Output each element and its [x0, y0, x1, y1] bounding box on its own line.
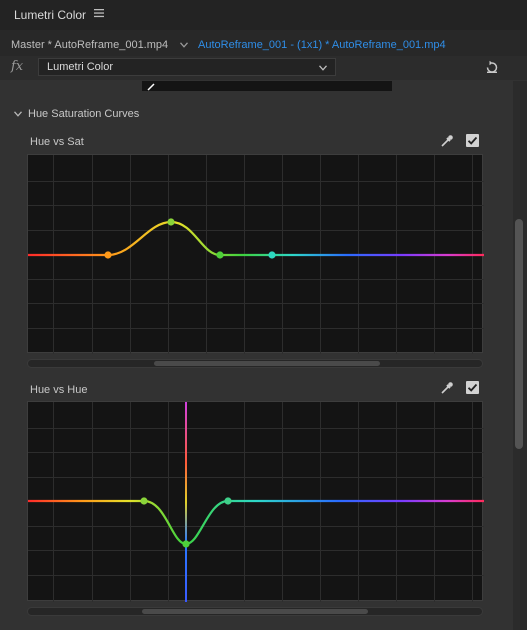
hue-vs-hue-curve[interactable] [28, 499, 484, 546]
curve-control-point[interactable] [224, 497, 232, 505]
effect-dropdown-value: Lumetri Color [47, 61, 114, 73]
chevron-down-icon [319, 65, 327, 71]
panel-vertical-scrollbar[interactable] [513, 81, 527, 630]
tab-master-clip[interactable]: Master * AutoReframe_001.mp4 [11, 39, 168, 51]
section-title: Hue Saturation Curves [28, 108, 140, 120]
clip-tab-bar: Master * AutoReframe_001.mp4 AutoReframe… [0, 30, 527, 57]
curve-control-point[interactable] [167, 218, 175, 226]
eyedropper-icon[interactable] [440, 134, 454, 148]
vertical-scrollbar-thumb[interactable] [515, 219, 523, 449]
hue-vs-hue-label: Hue vs Hue [30, 384, 88, 396]
hue-vs-sat-label: Hue vs Sat [30, 136, 84, 148]
checkmark-icon [467, 383, 478, 392]
previous-control-strip [142, 81, 392, 91]
effect-row: fx Lumetri Color [0, 56, 527, 80]
curve-control-point[interactable] [140, 497, 148, 505]
panel-title: Lumetri Color [14, 8, 87, 22]
lumetri-color-panel: Lumetri Color Master * AutoReframe_001.m… [0, 0, 527, 630]
checkmark-icon [467, 136, 478, 145]
hue-vs-hue-enable-checkbox[interactable] [466, 381, 479, 394]
panel-content: Hue Saturation Curves Hue vs Sat Hue vs … [0, 81, 513, 630]
hue-vs-hue-scrollbar[interactable] [27, 607, 483, 616]
hue-vs-sat-graph[interactable] [28, 155, 484, 354]
hue-vs-hue-curve-editor[interactable] [27, 401, 484, 602]
effect-dropdown[interactable]: Lumetri Color [38, 58, 336, 76]
hue-vs-sat-scrollbar[interactable] [27, 359, 483, 368]
curve-control-point[interactable] [182, 540, 190, 548]
curve-control-point[interactable] [268, 251, 276, 259]
chevron-down-icon[interactable] [180, 42, 188, 48]
curve-control-point[interactable] [216, 251, 224, 259]
previous-curve-fragment [147, 83, 155, 91]
hue-vs-hue-graph[interactable] [28, 402, 484, 602]
fx-icon[interactable]: fx [11, 59, 23, 74]
reset-icon[interactable] [485, 60, 499, 74]
scrollbar-thumb[interactable] [154, 361, 380, 366]
hue-vs-sat-curve[interactable] [28, 220, 484, 257]
chevron-down-icon[interactable] [14, 111, 22, 117]
hue-vs-sat-enable-checkbox[interactable] [466, 134, 479, 147]
scrollbar-thumb[interactable] [142, 609, 368, 614]
curve-control-point[interactable] [104, 251, 112, 259]
tab-active-clip[interactable]: AutoReframe_001 - (1x1) * AutoReframe_00… [198, 39, 446, 51]
panel-header: Lumetri Color [0, 0, 527, 31]
hamburger-menu-icon[interactable] [94, 8, 104, 18]
hue-vs-sat-curve-editor[interactable] [27, 154, 484, 354]
eyedropper-icon[interactable] [440, 381, 454, 395]
